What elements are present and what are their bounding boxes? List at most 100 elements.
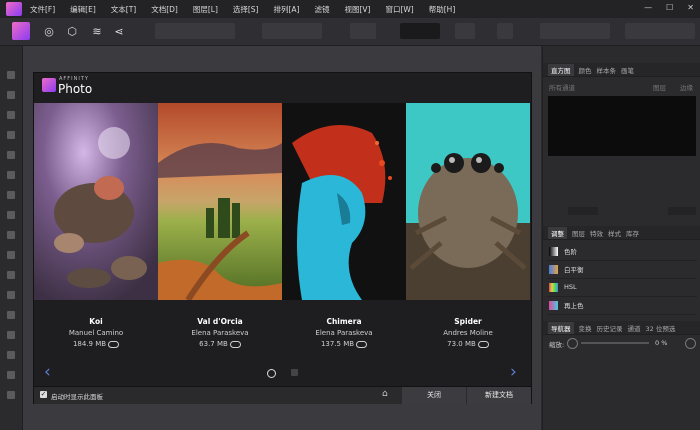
zoom-label: 缩放: bbox=[549, 341, 565, 349]
prev-page-arrow-icon[interactable]: ‹ bbox=[44, 362, 51, 382]
view-tool-icon[interactable] bbox=[7, 91, 15, 99]
selection-brush-icon[interactable] bbox=[7, 131, 15, 139]
card-info-chimera: Chimera Elena Paraskeva 137.5 MB bbox=[282, 317, 406, 348]
menu-window[interactable]: 窗口[W] bbox=[385, 4, 413, 15]
menu-layer[interactable]: 图层[L] bbox=[193, 4, 218, 15]
tab-histogram[interactable]: 直方图 bbox=[548, 63, 574, 76]
menu-document[interactable]: 文档[D] bbox=[151, 4, 178, 15]
view-buttons-group[interactable] bbox=[625, 23, 695, 39]
menu-help[interactable]: 帮助[H] bbox=[429, 4, 456, 15]
tab-color[interactable]: 颜色 bbox=[579, 65, 592, 75]
warning-option[interactable]: 边缘 bbox=[680, 82, 693, 92]
zoom-out-icon[interactable] bbox=[567, 338, 578, 349]
val-dorcia-artwork bbox=[158, 103, 282, 300]
adjustment-levels[interactable]: 色阶 bbox=[547, 242, 697, 261]
menu-select[interactable]: 选择[S] bbox=[233, 4, 259, 15]
adjustment-recolor[interactable]: 再上色 bbox=[547, 296, 697, 315]
show-on-startup-checkbox[interactable]: ✓ bbox=[40, 391, 47, 398]
erase-tool-icon[interactable] bbox=[7, 231, 15, 239]
cloud-download-icon[interactable] bbox=[229, 340, 241, 348]
recolor-icon bbox=[549, 300, 558, 310]
sample-thumbnail-chimera[interactable] bbox=[282, 103, 406, 300]
zoom-in-icon[interactable] bbox=[685, 338, 696, 349]
tone-mapping-persona-icon[interactable]: ≋ bbox=[88, 22, 106, 40]
home-icon[interactable]: ⌂ bbox=[382, 389, 396, 401]
adjustment-tab-row: 调整 图层 特效 样式 库存 bbox=[543, 226, 700, 240]
spider-artwork bbox=[406, 103, 530, 300]
tab-brushes[interactable]: 画笔 bbox=[621, 65, 634, 75]
close-window-button[interactable]: ✕ bbox=[687, 3, 694, 12]
menu-text[interactable]: 文本[T] bbox=[111, 4, 136, 15]
align-buttons-group[interactable] bbox=[540, 23, 610, 39]
tab-layers[interactable]: 图层 bbox=[572, 228, 585, 238]
cloud-download-icon[interactable] bbox=[356, 340, 368, 348]
tab-stock[interactable]: 库存 bbox=[626, 228, 639, 238]
tab-history[interactable]: 历史记录 bbox=[597, 323, 623, 333]
tab-transform[interactable]: 变换 bbox=[579, 323, 592, 333]
affinity-photo-logo-icon bbox=[42, 78, 56, 92]
export-persona-icon[interactable]: ⋖ bbox=[110, 22, 128, 40]
cloud-download-icon[interactable] bbox=[477, 340, 489, 348]
develop-persona-icon[interactable]: ⬡ bbox=[63, 22, 81, 40]
adjustment-hsl[interactable]: HSL bbox=[547, 278, 697, 297]
photo-persona-icon[interactable] bbox=[12, 22, 30, 40]
close-button[interactable]: 关闭 bbox=[402, 387, 466, 404]
assistant-icon[interactable] bbox=[497, 23, 513, 39]
histogram-value-input[interactable] bbox=[568, 207, 598, 215]
minimize-button[interactable]: — bbox=[644, 3, 652, 12]
sample-thumbnail-spider[interactable] bbox=[406, 103, 530, 300]
tab-32bit-preview[interactable]: 32 位预选 bbox=[646, 323, 676, 333]
brand-title: Photo bbox=[58, 82, 93, 96]
liquify-persona-icon[interactable]: ◎ bbox=[40, 22, 58, 40]
move-tool-icon[interactable] bbox=[7, 71, 15, 79]
adjustment-white-balance[interactable]: 白平衡 bbox=[547, 260, 697, 279]
clone-tool-icon[interactable] bbox=[7, 271, 15, 279]
layer-option[interactable]: 图层 bbox=[653, 82, 666, 92]
card-info-koi: Koi Manuel Camino 184.9 MB bbox=[34, 317, 158, 348]
text-tool-icon[interactable] bbox=[7, 351, 15, 359]
dodge-tool-icon[interactable] bbox=[7, 251, 15, 259]
menu-file[interactable]: 文件[F] bbox=[30, 4, 55, 15]
pen-tool-icon[interactable] bbox=[7, 311, 15, 319]
fill-tool-icon[interactable] bbox=[7, 211, 15, 219]
channel-select[interactable]: 所有通道 bbox=[549, 82, 575, 92]
tab-styles[interactable]: 样式 bbox=[608, 228, 621, 238]
page-dot-active[interactable] bbox=[267, 369, 276, 378]
marquee-tool-icon[interactable] bbox=[7, 151, 15, 159]
next-page-arrow-icon[interactable]: › bbox=[510, 362, 517, 382]
healing-tool-icon[interactable] bbox=[7, 291, 15, 299]
histogram-display bbox=[548, 96, 696, 156]
snapping-toggle[interactable] bbox=[455, 23, 475, 39]
tab-navigator[interactable]: 导航器 bbox=[548, 321, 574, 334]
new-document-button[interactable]: 新建文档 bbox=[467, 387, 531, 404]
tab-adjustment[interactable]: 调整 bbox=[548, 226, 567, 239]
menu-arrange[interactable]: 排列[A] bbox=[274, 4, 300, 15]
color-indicator[interactable] bbox=[400, 23, 440, 39]
brush-tool-icon[interactable] bbox=[7, 191, 15, 199]
page-dot[interactable] bbox=[291, 369, 298, 376]
sample-thumbnail-val-dorcia[interactable] bbox=[158, 103, 282, 300]
menu-filters[interactable]: 滤镜 bbox=[314, 4, 329, 15]
selection-mode-dropdown[interactable] bbox=[350, 23, 376, 39]
color-swatch-icon[interactable] bbox=[7, 391, 15, 399]
menu-view[interactable]: 视图[V] bbox=[344, 4, 370, 15]
sample-thumbnail-koi[interactable] bbox=[34, 103, 158, 300]
quick-mask-group[interactable] bbox=[262, 23, 322, 39]
maximize-button[interactable]: ☐ bbox=[666, 3, 673, 12]
zoom-tool-icon[interactable] bbox=[7, 371, 15, 379]
mode-buttons-group[interactable] bbox=[155, 23, 235, 39]
tab-channels[interactable]: 通道 bbox=[628, 323, 641, 333]
card-title: Val d'Orcia bbox=[197, 317, 243, 326]
menu-edit[interactable]: 编辑[E] bbox=[70, 4, 96, 15]
card-title: Koi bbox=[89, 317, 103, 326]
adjustment-label: 白平衡 bbox=[564, 266, 584, 274]
histogram-value-input[interactable] bbox=[668, 207, 696, 215]
shape-tool-icon[interactable] bbox=[7, 331, 15, 339]
card-size-row: 73.0 MB bbox=[406, 340, 530, 348]
flood-select-icon[interactable] bbox=[7, 171, 15, 179]
crop-tool-icon[interactable] bbox=[7, 111, 15, 119]
tab-swatches[interactable]: 样本条 bbox=[597, 65, 617, 75]
tab-effects[interactable]: 特效 bbox=[590, 228, 603, 238]
zoom-slider[interactable] bbox=[581, 342, 649, 344]
cloud-download-icon[interactable] bbox=[108, 340, 120, 348]
